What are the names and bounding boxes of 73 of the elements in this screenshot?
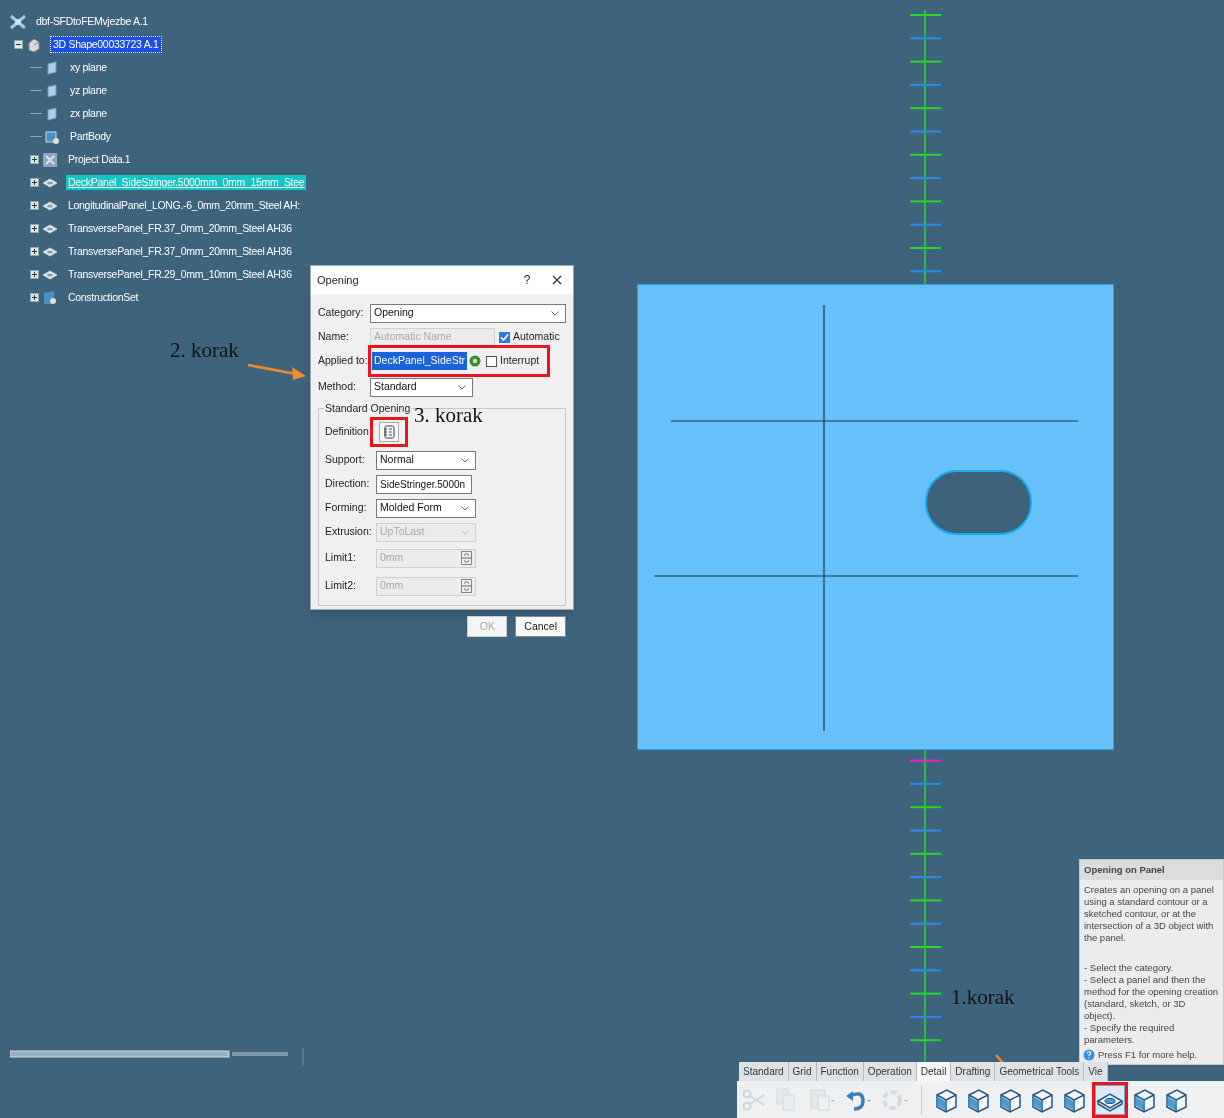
expand-icon[interactable] — [30, 270, 39, 279]
group-title: Standard Opening — [324, 401, 412, 417]
field-label: Direction: — [325, 476, 371, 492]
checkbox[interactable] — [486, 355, 498, 367]
step-label: 1.korak — [951, 984, 1015, 1011]
plane-icon — [44, 82, 60, 99]
tree-item[interactable]: TransversePanel_FR.37_0mm_20mm_Steel AH36 — [66, 243, 294, 260]
field-label: Applied to: — [318, 353, 369, 369]
chevron-down-icon — [461, 529, 469, 535]
field-label: Name: — [318, 329, 350, 345]
spin-arrows-icon — [461, 579, 472, 593]
tree-item[interactable]: PartBody — [68, 128, 113, 145]
data-icon — [42, 151, 58, 168]
close-icon — [552, 275, 562, 285]
step-label: 2. korak — [170, 337, 239, 364]
field-label: Method: — [318, 379, 357, 395]
input-field[interactable]: SideStringer.5000n — [376, 474, 472, 494]
chevron-down-icon — [551, 310, 559, 316]
toolbar-tab[interactable]: Detail — [916, 1062, 952, 1081]
tree-item[interactable]: dbf-SFDtoFEMvjezbe A.1 — [34, 13, 150, 30]
help-button[interactable]: ? — [517, 271, 537, 289]
checkbox-label: Interrupt — [500, 353, 540, 369]
paste-icon — [808, 1086, 836, 1113]
selector-icon — [468, 354, 483, 368]
tree-item[interactable]: Project Data.1 — [66, 151, 133, 168]
check-icon — [500, 332, 509, 342]
expand-icon[interactable] — [30, 201, 39, 210]
expand-icon[interactable] — [30, 224, 39, 233]
tooltip-text: - Select the category. - Select a panel and then the method for the opening creation (standard, sketch, or 3D object). - Specify the required parameters. — [1083, 962, 1220, 1047]
expand-icon[interactable] — [30, 247, 39, 256]
dialog-button[interactable]: Cancel — [515, 616, 566, 637]
checkbox-label: Automatic — [513, 329, 560, 345]
chevron-down-icon — [458, 384, 466, 390]
notebook-icon — [383, 425, 395, 439]
chevron-down-icon — [461, 457, 469, 463]
dropdown[interactable]: Opening — [370, 303, 566, 323]
definition-button[interactable] — [379, 422, 399, 442]
dropdown[interactable]: Normal — [376, 450, 476, 470]
dropdown[interactable]: Standard — [370, 377, 473, 397]
plane-icon — [44, 59, 60, 76]
tree-item[interactable]: TransversePanel_FR.37_0mm_20mm_Steel AH36 — [66, 220, 294, 237]
chevron-down-icon — [461, 505, 469, 511]
tooltip-text: Creates an opening on a panel using a standard contour or a sketched contour, or at the intersection of a 3D object with the panel. — [1083, 884, 1215, 945]
field-label: Category: — [318, 305, 365, 321]
tree-item[interactable]: LongitudinalPanel_LONG.-6_0mm_20mm_Steel AH: — [66, 197, 302, 214]
help-icon — [1083, 1049, 1095, 1062]
tooltip-title: Opening on Panel — [1080, 860, 1223, 881]
dialog-title: Opening — [317, 272, 360, 288]
tree-item[interactable]: xy plane — [68, 59, 109, 76]
field-label: Forming: — [325, 500, 368, 516]
plane-icon — [44, 105, 60, 122]
help-hint: Press F1 for more help. — [1098, 1048, 1198, 1063]
collapse-icon[interactable] — [14, 40, 23, 49]
field-label: Limit1: — [325, 550, 357, 566]
expand-icon[interactable] — [30, 293, 39, 302]
field-label: Support: — [325, 452, 366, 468]
input-field[interactable]: DeckPanel_SideStr — [372, 352, 468, 370]
tree-item[interactable]: zx plane — [68, 105, 109, 122]
spin-arrows-icon — [461, 551, 472, 565]
expand-icon[interactable] — [30, 155, 39, 164]
body-icon — [44, 128, 60, 145]
tree-item[interactable]: ConstructionSet — [66, 289, 141, 306]
field-label: Definition — [325, 424, 370, 440]
tree-item[interactable]: 3D Shape00033723 A.1 — [50, 35, 162, 54]
step-label: 3. korak — [414, 402, 483, 429]
expand-icon[interactable] — [30, 178, 39, 187]
tree-item[interactable]: TransversePanel_FR.29_0mm_10mm_Steel AH36 — [66, 266, 294, 283]
field-label: Limit2: — [325, 578, 357, 594]
dropdown[interactable]: Molded Form — [376, 498, 476, 518]
assembly-icon — [10, 13, 26, 30]
field-label: Extrusion: — [325, 524, 373, 540]
tree-item[interactable]: yz plane — [68, 82, 109, 99]
construction-set-icon — [42, 289, 58, 306]
